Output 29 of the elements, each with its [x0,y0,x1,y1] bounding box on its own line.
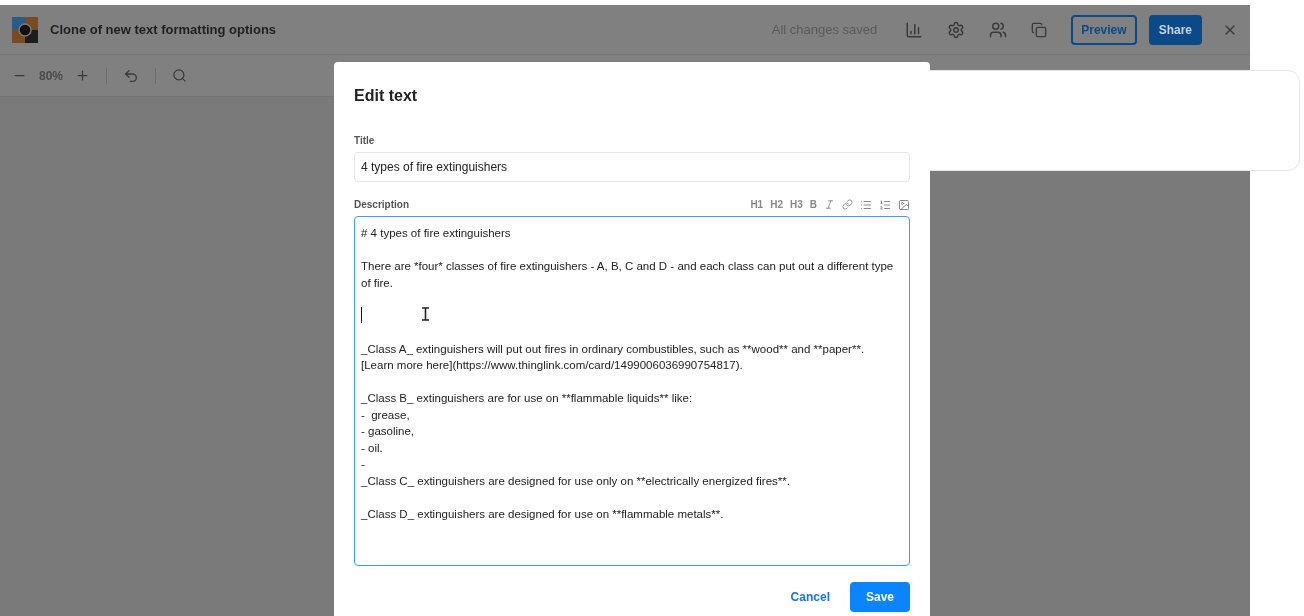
bulleted-list-icon[interactable] [860,198,872,211]
numbered-list-icon[interactable] [879,198,891,211]
italic-icon[interactable] [824,199,835,210]
save-button[interactable]: Save [849,582,910,612]
cancel-button[interactable]: Cancel [782,582,838,612]
link-icon[interactable] [842,199,853,210]
dialog-title: Edit text [354,86,419,106]
i-beam-pointer-icon [421,307,430,321]
search-icon[interactable] [172,68,188,83]
description-field[interactable]: # 4 types of fire extinguishers There are *four* classes of fire extinguishers - A, B, C and D - and each class can put out a different type of fire. _Class A_ extinguishers will put out fires in ordinary combustibles, such as **wood** and **paper**. [Learn more here](https://www.thinglink.com/card/1499006036990754817). _Class B_ extinguishers are for use on **flammable liquids** like: - grease, - gasoline, - oil. - _Class C_ extinguishers are designed for use only on **electrically energized fires**. _Class D_ extinguishers are designed for use on **flammable metals**. [354,216,910,566]
stats-icon[interactable] [905,20,924,39]
image-icon[interactable] [898,198,910,211]
document-title: Clone of new text formatting options [50,20,277,39]
format-button[interactable]: H1 [750,197,764,212]
format-button[interactable]: H3 [789,197,803,212]
users-icon[interactable] [989,20,1008,39]
share-button[interactable]: Share [1148,14,1202,45]
copy-icon[interactable] [1031,21,1048,38]
format-button[interactable]: H2 [770,197,783,212]
undo-icon[interactable] [123,67,140,84]
field-label: Description [354,198,409,212]
app-logo-icon [12,16,38,43]
preview-button[interactable]: Preview [1071,14,1137,45]
field-label: Title [354,134,375,148]
settings-icon[interactable] [947,20,966,39]
zoom-in-icon[interactable] [75,68,91,83]
text-cursor [361,307,362,323]
format-button[interactable]: B [809,197,817,212]
title-field[interactable]: 4 types of fire extinguishers [354,152,910,182]
